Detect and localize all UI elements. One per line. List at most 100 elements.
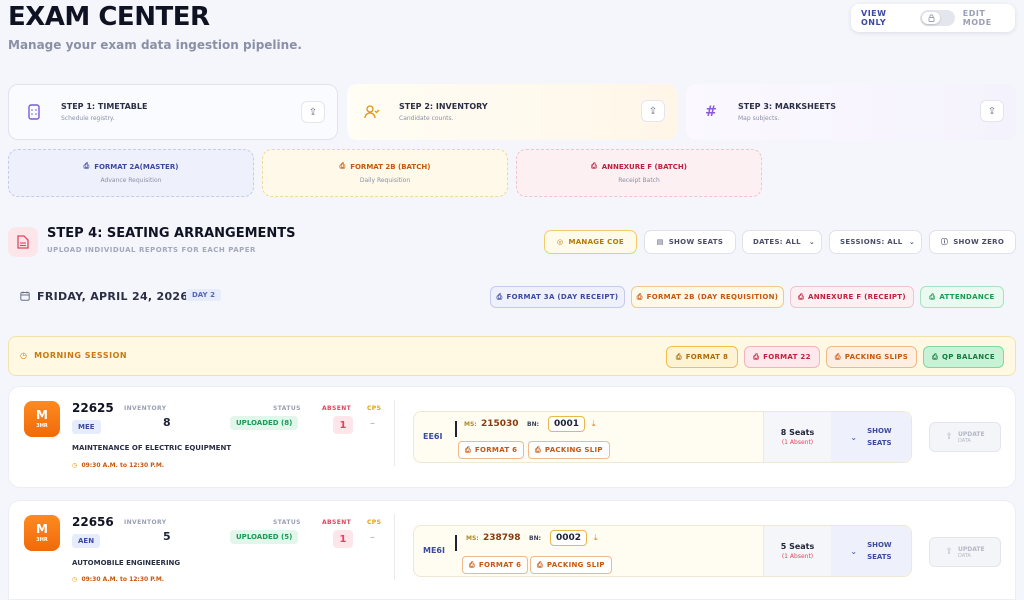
printer-icon: ⎙ [636, 292, 643, 301]
inventory-value: 5 [163, 530, 171, 543]
mode-toggle[interactable]: VIEW ONLY EDIT MODE [851, 4, 1015, 32]
upload-icon: ⇪ [648, 105, 658, 117]
dates-filter-label: DATES: ALL [753, 238, 801, 246]
download-icon[interactable]: ⤓ [594, 533, 598, 543]
printer-icon: ⎙ [469, 560, 475, 569]
chevron-down-icon: ⌄ [908, 238, 915, 246]
format-3a-label: FORMAT 3A (DAY RECEIPT) [506, 293, 619, 301]
show-seats-button[interactable]: ▤ SHOW SEATS [644, 230, 736, 254]
step-title: STEP 3: MARKSHEETS [738, 102, 836, 111]
printer-icon: ⎙ [535, 445, 541, 454]
show-zero-button[interactable]: ⓘ SHOW ZERO [929, 230, 1016, 254]
cps-value: – [370, 532, 375, 543]
cps-label: CPS [367, 405, 382, 412]
inventory-label: INVENTORY [124, 519, 167, 526]
download-icon[interactable]: ⤓ [592, 419, 596, 429]
data-label: DATA [957, 552, 971, 559]
upload-button[interactable]: ⇪ [641, 100, 665, 122]
cps-value: – [370, 418, 375, 429]
manage-coe-button[interactable]: ◎ MANAGE COE [544, 230, 637, 254]
seats-label: SEATS [867, 553, 892, 561]
sessions-filter-select[interactable]: SESSIONS: ALL ⌄ [829, 230, 922, 254]
hash-icon: # [705, 104, 717, 120]
bn-input[interactable]: 0001 [548, 416, 586, 432]
badge-hours: 3HR [36, 537, 48, 543]
printer-icon: ⎙ [675, 352, 682, 361]
time-text: 09:30 A.M. to 12:30 P.M. [81, 576, 165, 583]
packing-slip-button[interactable]: ⎙ PACKING SLIP [528, 441, 610, 459]
format-2b-day-button[interactable]: ⎙ FORMAT 2B (DAY REQUISITION) [631, 286, 784, 308]
format-2b-card[interactable]: ⎙ FORMAT 2B (BATCH) Daily Requisition [262, 149, 508, 197]
subject-name: MAINTENANCE OF ELECTRIC EQUIPMENT [72, 444, 232, 452]
step-title: STEP 1: TIMETABLE [61, 102, 148, 111]
format-8-button[interactable]: ⎙ FORMAT 8 [666, 346, 738, 368]
printer-icon: ⎙ [798, 292, 805, 301]
ms-label: MS: [466, 535, 479, 542]
format-6-label: FORMAT 6 [478, 561, 522, 569]
packing-slips-button[interactable]: ⎙ PACKING SLIPS [826, 346, 917, 368]
upload-button[interactable]: ⇪ [980, 100, 1004, 122]
show-seats-toggle[interactable]: ⌄ SHOW SEATS [831, 412, 911, 462]
divider [455, 535, 457, 551]
packing-slip-button[interactable]: ⎙ PACKING SLIP [530, 556, 612, 574]
session-time: ◷ 09:30 A.M. to 12:30 P.M. [72, 462, 164, 469]
status-badge: UPLOADED (5) [230, 530, 299, 544]
show-zero-label: SHOW ZERO [953, 238, 1005, 246]
seats-absent: (1 Absent) [781, 439, 814, 446]
format-6-button[interactable]: ⎙ FORMAT 6 [462, 556, 529, 574]
qp-balance-button[interactable]: ⎙ QP BALANCE [923, 346, 1004, 368]
step-card-marksheets[interactable]: # STEP 3: MARKSHEETS Map subjects. ⇪ [686, 84, 1016, 140]
format-title: ANNEXURE F (BATCH) [601, 162, 687, 171]
user-icon: ◎ [557, 238, 564, 246]
badge-hours: 3HR [36, 423, 48, 429]
update-data-button[interactable]: ⇪ UPDATE DATA [929, 422, 1001, 452]
format-2a-card[interactable]: ⎙ FORMAT 2A(MASTER) Advance Requisition [8, 149, 254, 197]
clock-icon: ◷ [72, 462, 78, 469]
step-card-inventory[interactable]: STEP 2: INVENTORY Candidate counts. ⇪ [347, 84, 677, 140]
step-title: STEP 2: INVENTORY [399, 102, 488, 111]
packing-slip-label: PACKING SLIP [546, 561, 605, 569]
step-desc: Candidate counts. [399, 115, 454, 122]
status-label: STATUS [273, 405, 301, 412]
paper-code: 22625 [72, 401, 114, 415]
format-desc: Daily Requisition [359, 177, 411, 184]
qp-balance-label: QP BALANCE [941, 353, 995, 361]
chevron-down-icon: ⌄ [850, 432, 858, 442]
attendance-button[interactable]: ⎙ ATTENDANCE [920, 286, 1004, 308]
ms-value: 215030 [481, 419, 519, 429]
show-seats-toggle[interactable]: ⌄ SHOW SEATS [831, 526, 911, 576]
format-3a-button[interactable]: ⎙ FORMAT 3A (DAY RECEIPT) [490, 286, 625, 308]
mode-switch[interactable] [920, 10, 955, 26]
seats-count: 5 Seats [780, 542, 815, 551]
paper-code: 22656 [72, 515, 114, 529]
format-title: FORMAT 2A(MASTER) [94, 162, 179, 171]
upload-icon: ⇪ [945, 432, 953, 442]
update-data-button[interactable]: ⇪ UPDATE DATA [929, 537, 1001, 567]
absent-value: 1 [333, 530, 353, 548]
edit-mode-label: EDIT MODE [962, 9, 992, 27]
document-icon [21, 99, 47, 125]
annexure-f-receipt-button[interactable]: ⎙ ANNEXURE F (RECEIPT) [790, 286, 914, 308]
dates-filter-select[interactable]: DATES: ALL ⌄ [742, 230, 822, 254]
upload-button[interactable]: ⇪ [301, 101, 325, 123]
bn-input[interactable]: 0002 [550, 530, 588, 546]
clock-icon: ◷ [20, 351, 28, 360]
printer-icon: ⎙ [537, 560, 543, 569]
session-label: ◷ MORNING SESSION [20, 351, 127, 360]
section-subtitle: UPLOAD INDIVIDUAL REPORTS FOR EACH PAPER [47, 246, 256, 254]
seats-label: SEATS [867, 439, 892, 447]
packing-slips-label: PACKING SLIPS [844, 353, 909, 361]
step-card-timetable[interactable]: STEP 1: TIMETABLE Schedule registry. ⇪ [8, 84, 338, 140]
format-22-button[interactable]: ⎙ FORMAT 22 [744, 346, 820, 368]
session-label-text: MORNING SESSION [34, 351, 128, 360]
step-desc: Schedule registry. [61, 115, 115, 122]
inventory-value: 8 [163, 416, 171, 429]
format-6-button[interactable]: ⎙ FORMAT 6 [458, 441, 525, 459]
session-badge: M 3HR [24, 401, 60, 437]
table-icon: ▤ [656, 238, 664, 246]
format-6-label: FORMAT 6 [474, 446, 518, 454]
format-8-label: FORMAT 8 [685, 353, 729, 361]
view-only-label: VIEW ONLY [861, 9, 887, 27]
annexure-f-card[interactable]: ⎙ ANNEXURE F (BATCH) Receipt Batch [516, 149, 762, 197]
seats-summary: 5 Seats (1 Absent) [763, 526, 831, 576]
